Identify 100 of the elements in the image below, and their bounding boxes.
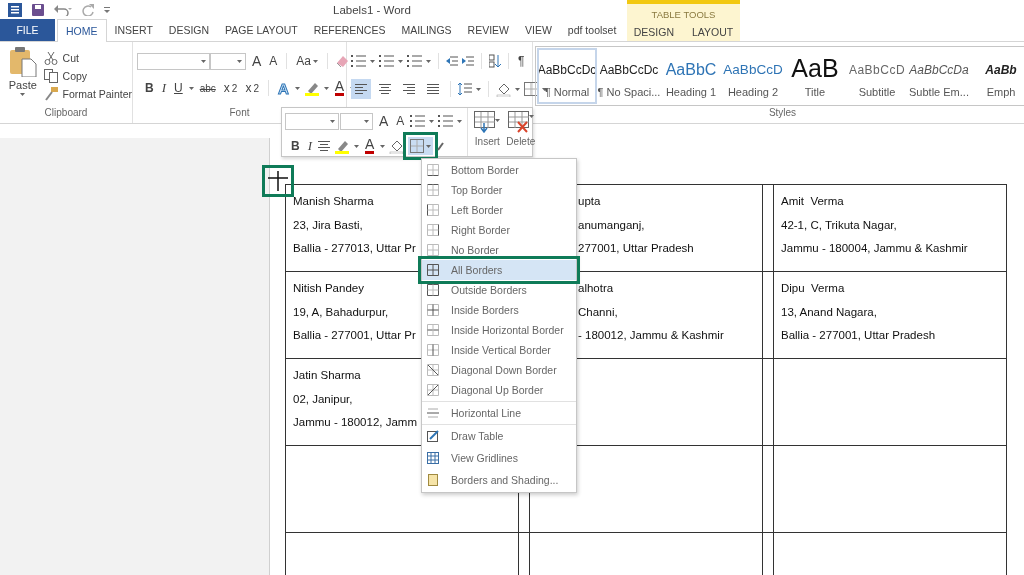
style-option[interactable]: AaBbCcDc ¶ No Spaci... — [598, 47, 660, 105]
caret-icon[interactable] — [364, 119, 369, 123]
menu-item[interactable]: Inside Horizontal Border — [422, 320, 576, 340]
border-icon[interactable] — [427, 224, 439, 236]
caret-icon[interactable] — [542, 87, 547, 91]
menu-item[interactable]: Top Border — [422, 180, 576, 200]
menu-item[interactable]: No Border — [422, 240, 576, 260]
multilevel-list-icon[interactable] — [407, 54, 422, 68]
painter-button[interactable]: Format Painter — [43, 87, 132, 101]
ribbon-tab[interactable]: REFERENCES — [305, 19, 394, 41]
font-name-field[interactable] — [285, 112, 339, 130]
highlighter-icon[interactable] — [334, 138, 350, 154]
move-handle[interactable] — [265, 168, 291, 194]
ribbon-tab[interactable]: HOME — [57, 19, 107, 42]
cut-button[interactable]: Cut — [43, 51, 132, 65]
font-color-button[interactable]: A — [363, 137, 377, 155]
delete-button[interactable]: Delete — [506, 111, 536, 156]
border-icon[interactable] — [427, 284, 439, 296]
customize-icon[interactable] — [104, 6, 110, 13]
grow-font-button[interactable]: A — [377, 112, 391, 130]
caret-icon[interactable] — [426, 59, 431, 63]
grid-icon[interactable] — [427, 452, 439, 464]
paste-button[interactable]: Paste — [4, 42, 42, 107]
menu-item[interactable]: Diagonal Up Border — [422, 380, 576, 400]
font-size-field[interactable] — [210, 52, 246, 70]
style-option[interactable]: AaBbCcDa Subtle Em... — [908, 47, 970, 105]
sort-icon[interactable] — [489, 54, 501, 68]
change-case-button[interactable]: Aa — [294, 52, 321, 70]
line-spacing-icon[interactable] — [458, 82, 472, 96]
caret-icon[interactable] — [515, 87, 520, 91]
ribbon-tab[interactable]: LAYOUT — [683, 26, 743, 38]
italic-button[interactable]: I — [305, 137, 314, 155]
decrease-indent-icon[interactable] — [446, 55, 458, 67]
border-icon[interactable] — [427, 304, 439, 316]
page-icon[interactable] — [427, 474, 439, 486]
copy-icon[interactable] — [43, 69, 58, 83]
borders-icon[interactable] — [524, 82, 538, 96]
caret-icon[interactable] — [398, 59, 403, 63]
font-color-button[interactable]: A — [332, 79, 347, 97]
menu-item[interactable]: Borders and Shading... — [422, 469, 576, 491]
underline-button[interactable]: U — [172, 79, 185, 97]
caret-icon[interactable] — [237, 59, 242, 63]
copy-button[interactable]: Copy — [43, 69, 132, 83]
ribbon-tab[interactable]: FILE — [0, 19, 55, 41]
ribbon-tab[interactable]: MAILINGS — [393, 19, 460, 41]
menu-item[interactable]: Right Border — [422, 220, 576, 240]
italic-button[interactable]: I — [159, 79, 168, 97]
table-delete-icon[interactable] — [507, 111, 534, 133]
caret-icon[interactable] — [370, 59, 375, 63]
style-option[interactable]: AaBbCcDc ¶ Normal — [536, 47, 598, 105]
strike-button[interactable]: abc — [197, 79, 218, 97]
menu-item[interactable]: Draw Table — [422, 424, 576, 447]
style-option[interactable]: AaBbCcD Heading 2 — [722, 47, 784, 105]
caret-icon[interactable] — [476, 87, 481, 91]
font-size-field[interactable] — [340, 112, 373, 130]
bullet-list-icon[interactable] — [410, 114, 426, 128]
grow-font-button[interactable]: A — [250, 52, 264, 70]
style-option[interactable]: AaBbCcD Subtitle — [846, 47, 908, 105]
caret-icon[interactable] — [201, 59, 206, 63]
font-name-field[interactable] — [137, 52, 210, 70]
bold-button[interactable]: B — [143, 79, 156, 97]
border-icon[interactable] — [427, 264, 439, 276]
shrink-font-button[interactable]: A — [394, 112, 407, 130]
caret-icon[interactable] — [429, 119, 435, 123]
border-icon[interactable] — [427, 164, 439, 176]
menu-item[interactable]: Left Border — [422, 200, 576, 220]
save-icon[interactable] — [32, 3, 44, 16]
caret-icon[interactable] — [188, 86, 194, 90]
numbered-list-icon[interactable] — [379, 54, 394, 68]
align-center-icon[interactable] — [318, 139, 330, 153]
ribbon-tab[interactable]: VIEW — [517, 19, 560, 41]
table-insert-icon[interactable] — [474, 111, 501, 133]
caret-icon[interactable] — [20, 93, 26, 96]
caret-icon[interactable] — [426, 144, 432, 148]
scissors-icon[interactable] — [43, 51, 58, 65]
bold-button[interactable]: B — [289, 137, 302, 155]
ribbon-tab[interactable]: PAGE LAYOUT — [217, 19, 306, 41]
caret-icon[interactable] — [323, 86, 329, 90]
style-option[interactable]: AaBb Emph — [970, 47, 1024, 105]
ribbon-tab[interactable]: DESIGN — [624, 26, 683, 38]
caret-icon[interactable] — [457, 119, 463, 123]
show-marks-button[interactable]: ¶ — [516, 52, 527, 70]
pencil-table-icon[interactable] — [427, 430, 439, 442]
menu-item[interactable]: Bottom Border — [422, 160, 576, 180]
highlighter-icon[interactable] — [303, 80, 320, 96]
shrink-font-button[interactable]: A — [267, 52, 280, 70]
bullet-list-icon[interactable] — [351, 54, 366, 68]
menu-item[interactable]: Horizontal Line — [422, 401, 576, 423]
caret-icon[interactable] — [330, 119, 335, 123]
numbered-list-icon[interactable] — [438, 114, 454, 128]
ribbon-tab[interactable]: REVIEW — [459, 19, 517, 41]
insert-button[interactable]: Insert — [474, 111, 501, 156]
caret-icon[interactable] — [380, 144, 386, 148]
menu-item[interactable]: Outside Borders — [422, 280, 576, 300]
ribbon-tab[interactable]: DESIGN — [160, 19, 218, 41]
menu-item[interactable]: View Gridlines — [422, 447, 576, 469]
diagonal-border-icon[interactable] — [427, 384, 439, 396]
caret-icon[interactable] — [294, 86, 300, 90]
ribbon-tab[interactable]: INSERT — [106, 19, 161, 41]
border-icon[interactable] — [427, 204, 439, 216]
